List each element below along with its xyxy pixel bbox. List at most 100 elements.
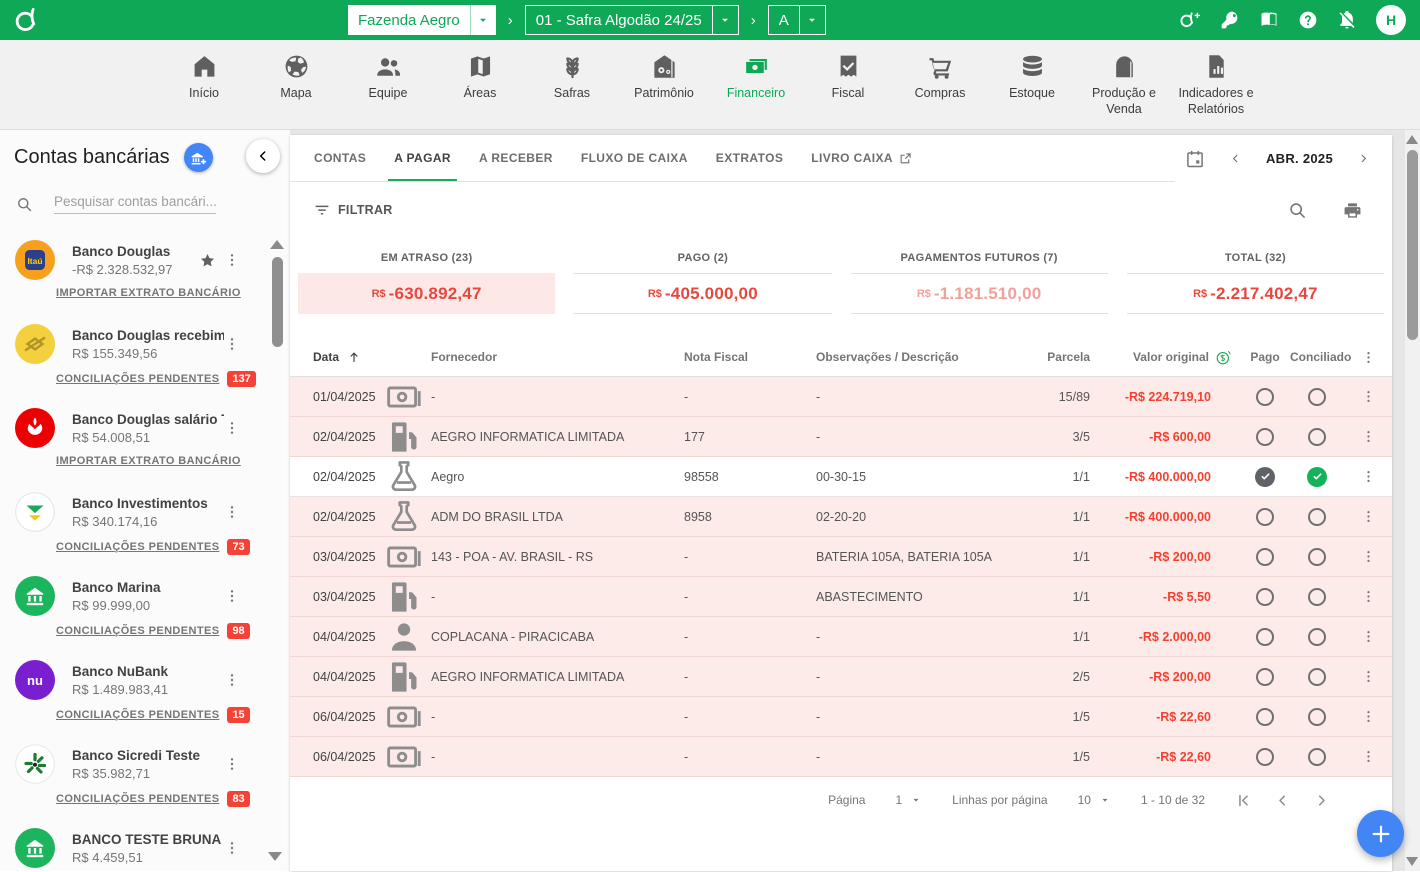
- harvest-selector[interactable]: 01 - Safra Algodão 24/25: [525, 5, 739, 35]
- account-menu-button[interactable]: [224, 840, 240, 856]
- account-menu-button[interactable]: [224, 252, 240, 268]
- previous-page-button[interactable]: [1274, 792, 1291, 809]
- sidebar-scroll-down-arrow[interactable]: [268, 852, 282, 861]
- paid-checkbox[interactable]: [1256, 668, 1274, 686]
- account-action-link[interactable]: CONCILIAÇÕES PENDENTES: [56, 625, 219, 637]
- reconciled-checkbox[interactable]: [1308, 668, 1326, 686]
- rows-per-page-select[interactable]: 10: [1078, 793, 1111, 807]
- nav-item-estoque[interactable]: Estoque: [988, 53, 1076, 102]
- bank-account-item[interactable]: Itaú Banco Douglas -R$ 2.328.532,97 IMPO…: [0, 232, 290, 316]
- next-page-button[interactable]: [1313, 792, 1330, 809]
- account-action-link[interactable]: CONCILIAÇÕES PENDENTES: [56, 709, 219, 721]
- row-menu-button[interactable]: [1361, 629, 1376, 644]
- row-menu-button[interactable]: [1361, 549, 1376, 564]
- row-menu-button[interactable]: [1361, 749, 1376, 764]
- table-row[interactable]: 03/04/2025 - - ABASTECIMENTO 1/1 -R$ 5,5…: [290, 577, 1392, 617]
- table-menu-button[interactable]: [1361, 350, 1376, 365]
- bank-account-item[interactable]: nu Banco NuBank R$ 1.489.983,41 CONCILIA…: [0, 652, 290, 736]
- plot-selector[interactable]: A: [768, 5, 826, 35]
- nav-item-inicio[interactable]: Início: [160, 53, 248, 102]
- filter-button[interactable]: FILTRAR: [313, 201, 393, 219]
- nav-item-equipe[interactable]: Equipe: [344, 53, 432, 102]
- tab-extratos[interactable]: EXTRATOS: [702, 135, 797, 181]
- reconciled-checkbox[interactable]: [1308, 748, 1326, 766]
- bell-off-icon[interactable]: [1337, 10, 1357, 30]
- paid-checkbox[interactable]: [1255, 467, 1275, 487]
- search-accounts-input[interactable]: [54, 194, 216, 214]
- star-icon[interactable]: [199, 252, 216, 269]
- next-month-button[interactable]: [1357, 152, 1370, 165]
- nav-item-indicadores-e-relatorios[interactable]: Indicadores e Relatórios: [1172, 53, 1260, 117]
- account-menu-button[interactable]: [224, 420, 240, 436]
- row-menu-button[interactable]: [1361, 669, 1376, 684]
- bank-account-item[interactable]: BANCO TESTE BRUNA R$ 4.459,51: [0, 820, 290, 871]
- paid-checkbox[interactable]: [1256, 548, 1274, 566]
- nav-item-safras[interactable]: Safras: [528, 53, 616, 102]
- paid-checkbox[interactable]: [1256, 508, 1274, 526]
- reconciled-checkbox[interactable]: [1308, 708, 1326, 726]
- nav-item-mapa[interactable]: Mapa: [252, 53, 340, 102]
- add-payable-button[interactable]: [1357, 810, 1404, 857]
- calendar-icon[interactable]: [1185, 149, 1205, 169]
- account-menu-button[interactable]: [224, 336, 240, 352]
- reconciled-checkbox[interactable]: [1308, 548, 1326, 566]
- table-row[interactable]: 06/04/2025 - - - 1/5 -R$ 22,60: [290, 697, 1392, 737]
- row-menu-button[interactable]: [1361, 589, 1376, 604]
- row-menu-button[interactable]: [1361, 469, 1376, 484]
- tab-fluxo-de-caixa[interactable]: FLUXO DE CAIXA: [567, 135, 702, 181]
- account-action-link[interactable]: CONCILIAÇÕES PENDENTES: [56, 793, 219, 805]
- reconciled-checkbox[interactable]: [1308, 428, 1326, 446]
- table-row[interactable]: 03/04/2025 143 - POA - AV. BRASIL - RS -…: [290, 537, 1392, 577]
- reconciled-checkbox[interactable]: [1307, 467, 1327, 487]
- bank-account-item[interactable]: Banco Marina R$ 99.999,00 CONCILIAÇÕES P…: [0, 568, 290, 652]
- paid-checkbox[interactable]: [1256, 748, 1274, 766]
- nav-item-areas[interactable]: Áreas: [436, 53, 524, 102]
- row-menu-button[interactable]: [1361, 509, 1376, 524]
- book-icon[interactable]: [1259, 10, 1279, 30]
- row-menu-button[interactable]: [1361, 709, 1376, 724]
- sort-by-date-header[interactable]: Data: [313, 350, 385, 364]
- account-menu-button[interactable]: [224, 588, 240, 604]
- avatar[interactable]: H: [1376, 5, 1406, 35]
- table-row[interactable]: 01/04/2025 - - - 15/89 -R$ 224.719,10: [290, 377, 1392, 417]
- reconciled-checkbox[interactable]: [1308, 588, 1326, 606]
- bank-account-item[interactable]: Banco Douglas salário Ti... R$ 54.008,51…: [0, 400, 290, 484]
- scrollbar-thumb[interactable]: [1407, 150, 1418, 340]
- table-row[interactable]: 04/04/2025 COPLACANA - PIRACICABA - - 1/…: [290, 617, 1392, 657]
- paid-checkbox[interactable]: [1256, 628, 1274, 646]
- table-row[interactable]: 02/04/2025 ADM DO BRASIL LTDA 8958 02-20…: [290, 497, 1392, 537]
- table-row[interactable]: 06/04/2025 - - - 1/5 -R$ 22,60: [290, 737, 1392, 777]
- reconciled-checkbox[interactable]: [1308, 628, 1326, 646]
- row-menu-button[interactable]: [1361, 429, 1376, 444]
- table-row[interactable]: 02/04/2025 AEGRO INFORMATICA LIMITADA 17…: [290, 417, 1392, 457]
- tab-a-pagar[interactable]: A PAGAR: [380, 135, 465, 181]
- collapse-sidebar-button[interactable]: [246, 139, 280, 173]
- account-action-link[interactable]: CONCILIAÇÕES PENDENTES: [56, 373, 219, 385]
- account-menu-button[interactable]: [224, 672, 240, 688]
- sidebar-scroll-up-arrow[interactable]: [270, 240, 284, 249]
- nav-item-compras[interactable]: Compras: [896, 53, 984, 102]
- key-icon[interactable]: [1220, 10, 1240, 30]
- nav-item-financeiro[interactable]: Financeiro: [712, 53, 800, 102]
- paid-checkbox[interactable]: [1256, 708, 1274, 726]
- tab-contas[interactable]: CONTAS: [300, 135, 380, 181]
- row-menu-button[interactable]: [1361, 389, 1376, 404]
- sidebar-scrollbar-thumb[interactable]: [272, 257, 283, 347]
- paid-checkbox[interactable]: [1256, 428, 1274, 446]
- account-action-link[interactable]: IMPORTAR EXTRATO BANCÁRIO: [56, 287, 241, 299]
- reconciled-checkbox[interactable]: [1308, 388, 1326, 406]
- paid-checkbox[interactable]: [1256, 588, 1274, 606]
- table-row[interactable]: 04/04/2025 AEGRO INFORMATICA LIMITADA - …: [290, 657, 1392, 697]
- nav-item-producao-e-venda[interactable]: Produção e Venda: [1080, 53, 1168, 117]
- account-action-link[interactable]: IMPORTAR EXTRATO BANCÁRIO: [56, 455, 241, 467]
- scroll-up-arrow[interactable]: [1406, 135, 1418, 144]
- table-row[interactable]: 02/04/2025 Aegro 98558 00-30-15 1/1 -R$ …: [290, 457, 1392, 497]
- help-icon[interactable]: [1298, 10, 1318, 30]
- scroll-down-arrow[interactable]: [1406, 857, 1418, 866]
- account-action-link[interactable]: CONCILIAÇÕES PENDENTES: [56, 541, 219, 553]
- tab-livro-caixa[interactable]: LIVRO CAIXA: [797, 135, 926, 181]
- farm-selector[interactable]: Fazenda Aegro: [348, 5, 496, 35]
- print-icon[interactable]: [1343, 201, 1362, 220]
- first-page-button[interactable]: [1235, 792, 1252, 809]
- page-scrollbar[interactable]: [1405, 130, 1420, 871]
